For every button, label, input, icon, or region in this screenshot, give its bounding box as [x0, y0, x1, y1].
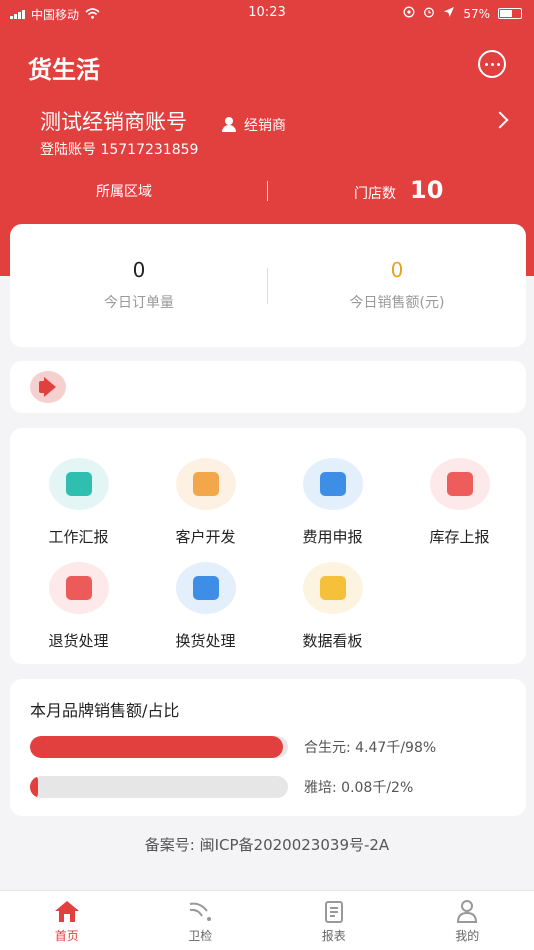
menu-item-label: 库存上报: [429, 528, 490, 546]
dashboard-icon: [302, 562, 363, 614]
expense-report-icon: [302, 458, 363, 510]
menu-item-label: 换货处理: [175, 632, 236, 650]
menu-item[interactable]: 退货处理: [14, 562, 143, 651]
report-icon: [321, 899, 347, 923]
today-orders[interactable]: 0 今日订单量: [10, 258, 268, 312]
exchange-icon: [175, 562, 236, 614]
brand-sales-bar-fill: [30, 736, 283, 758]
megaphone-icon: [30, 371, 66, 403]
notice-bar[interactable]: [10, 361, 526, 413]
work-report-icon: [48, 458, 109, 510]
brand-sales-bar: [30, 736, 288, 758]
profile-icon: [454, 899, 480, 923]
lock-rotation-icon: [403, 6, 415, 21]
status-bar: 中国移动 10:23 57%: [0, 0, 534, 26]
location-icon: [443, 6, 455, 21]
today-sales[interactable]: 0 今日销售额(元): [268, 258, 526, 312]
menu-item[interactable]: 费用申报: [268, 458, 397, 547]
function-menu: 工作汇报 客户开发 费用申报 库存上报退货处理 换货处理 数据看板: [10, 428, 526, 664]
brand-sales-card: 本月品牌销售额/占比 合生元: 4.47千/98% 雅培: 0.08千/2%: [10, 679, 526, 816]
brand-sales-label: 雅培: 0.08千/2%: [304, 780, 414, 796]
tab-label: 首页: [54, 929, 79, 943]
today-sales-label: 今日销售额(元): [349, 295, 445, 311]
inspection-icon: [187, 899, 213, 923]
role-badge: 经销商: [222, 115, 286, 135]
battery-label: 57%: [463, 6, 490, 21]
menu-item[interactable]: 库存上报: [395, 458, 524, 547]
brand-sales-label: 合生元: 4.47千/98%: [304, 740, 437, 756]
menu-item[interactable]: 客户开发: [141, 458, 270, 547]
app-title: 货生活: [28, 56, 100, 84]
menu-item-label: 客户开发: [175, 528, 236, 546]
brand-sales-bar-fill: [30, 776, 38, 798]
tab-bar: 首页 卫检 报表 我的: [0, 890, 534, 950]
battery-icon: [498, 8, 522, 19]
tab-item[interactable]: 卫检: [134, 891, 268, 950]
today-sales-value: 0: [390, 258, 404, 282]
store-count-value: 10: [410, 176, 444, 204]
tab-label: 报表: [321, 929, 346, 943]
menu-item-label: 工作汇报: [48, 528, 109, 546]
menu-item[interactable]: 工作汇报: [14, 458, 143, 547]
home-icon: [54, 899, 80, 923]
alarm-icon: [423, 6, 435, 21]
customer-dev-icon: [175, 458, 236, 510]
tab-item[interactable]: 报表: [267, 891, 401, 950]
login-label: 登陆账号: [40, 142, 96, 158]
menu-item[interactable]: 数据看板: [268, 562, 397, 651]
today-orders-label: 今日订单量: [104, 295, 174, 311]
brand-sales-title: 本月品牌销售额/占比: [30, 701, 180, 720]
store-count: 门店数 10: [354, 176, 443, 204]
region-label[interactable]: 所属区域: [96, 181, 152, 201]
user-icon: [222, 117, 238, 133]
login-account: 登陆账号 15717231859: [40, 139, 198, 159]
icp-record: 备案号: 闽ICP备2020023039号-2A: [144, 836, 390, 854]
today-orders-value: 0: [132, 258, 146, 282]
message-icon[interactable]: [478, 50, 506, 78]
tab-item[interactable]: 首页: [0, 891, 134, 950]
tab-item[interactable]: 我的: [401, 891, 534, 950]
store-count-label: 门店数: [354, 186, 396, 202]
return-icon: [48, 562, 109, 614]
role-label: 经销商: [244, 118, 286, 134]
menu-item[interactable]: 换货处理: [141, 562, 270, 651]
divider: [267, 181, 268, 201]
brand-sales-bar: [30, 776, 288, 798]
inventory-report-icon: [429, 458, 490, 510]
tab-label: 卫检: [188, 929, 213, 943]
login-account-value: 15717231859: [100, 142, 199, 158]
menu-item-label: 退货处理: [48, 632, 109, 650]
today-stats-card: 0 今日订单量 0 今日销售额(元): [10, 224, 526, 347]
account-name[interactable]: 测试经销商账号: [40, 106, 187, 136]
menu-item-label: 费用申报: [302, 528, 363, 546]
tab-label: 我的: [455, 929, 480, 943]
menu-item-label: 数据看板: [302, 632, 363, 650]
